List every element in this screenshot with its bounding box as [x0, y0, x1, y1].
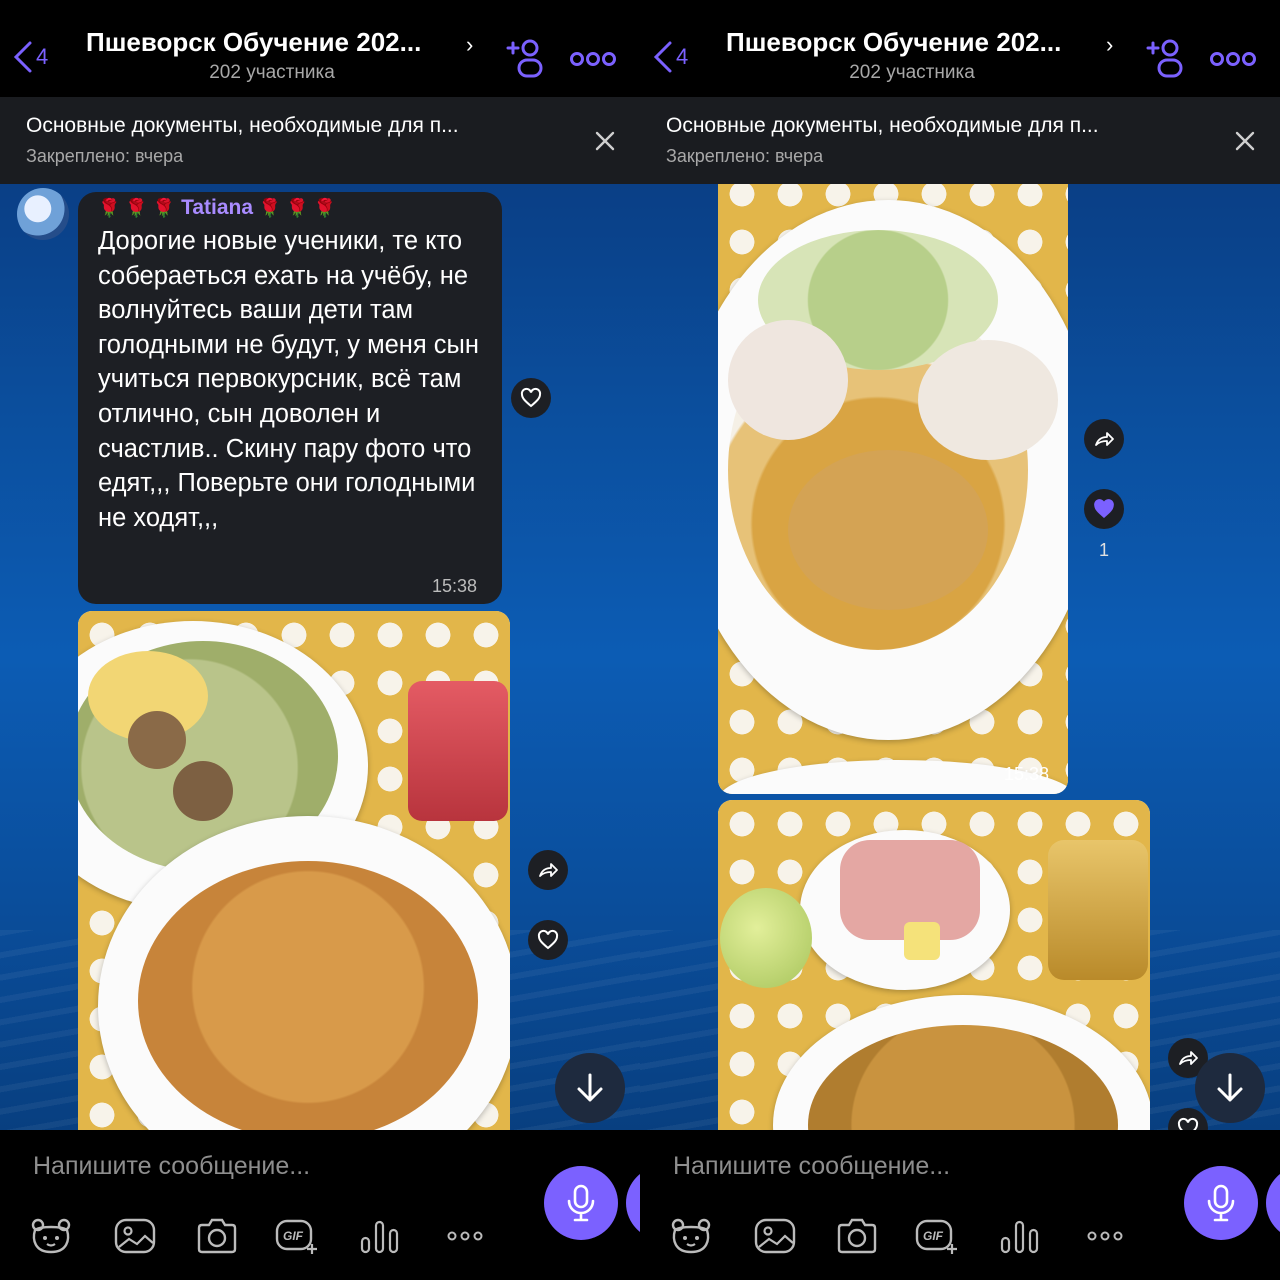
participant-count: 202 участника: [849, 62, 975, 83]
chat-title[interactable]: Пшеворск Обучение 202...: [86, 27, 458, 58]
chat-header: 4 Пшеворск Обучение 202... › 202 участни…: [640, 0, 1280, 97]
gif-icon: GIF: [915, 1219, 957, 1254]
share-icon: [1179, 1051, 1198, 1065]
message-input[interactable]: Напишите сообщение...: [33, 1152, 310, 1181]
photo-time: 15:38: [1004, 764, 1050, 784]
chat-header: 4 Пшеворск Обучение 202... › 202 участни…: [0, 0, 640, 97]
more-icon: [447, 1231, 483, 1241]
gallery-button[interactable]: [753, 1216, 797, 1256]
microphone-icon: [567, 1184, 595, 1222]
message-time: 15:38: [432, 576, 478, 596]
more-icon[interactable]: [570, 50, 616, 68]
rose-emoji-right: 🌹 🌹 🌹: [258, 198, 337, 218]
rose-emoji-left: 🌹 🌹 🌹: [98, 198, 176, 218]
message-input[interactable]: Напишите сообщение...: [673, 1152, 950, 1181]
poll-icon: [1000, 1220, 1039, 1254]
heart-icon: [520, 387, 542, 408]
more-tools-button[interactable]: [1084, 1216, 1128, 1256]
arrow-down-icon: [1217, 1073, 1243, 1102]
tea-glass: [1048, 840, 1148, 980]
avatar[interactable]: [17, 188, 69, 240]
close-icon[interactable]: [594, 130, 616, 152]
chat-title[interactable]: Пшеворск Обучение 202...: [726, 27, 1098, 58]
like-button[interactable]: [528, 920, 568, 960]
food-photo-soup[interactable]: [78, 611, 510, 1130]
like-button[interactable]: [511, 378, 551, 418]
heart-icon: [537, 929, 559, 950]
more-icon: [1087, 1231, 1123, 1241]
microphone-button[interactable]: [1184, 1166, 1258, 1240]
close-icon[interactable]: [1234, 130, 1256, 152]
like-button-active[interactable]: [1084, 489, 1124, 529]
gallery-icon: [114, 1218, 156, 1254]
gif-label: GIF: [923, 1229, 944, 1243]
apple: [720, 888, 812, 988]
participant-count: 202 участника: [209, 62, 335, 83]
poll-button[interactable]: [998, 1216, 1042, 1256]
share-icon: [1095, 432, 1114, 446]
back-chevron-icon: [653, 41, 672, 73]
pinned-message-bar[interactable]: [640, 97, 1280, 184]
scroll-down-button[interactable]: [555, 1053, 625, 1123]
sticker-button[interactable]: [29, 1216, 73, 1256]
chat-screen-right: 15:38 1 4 Пшеворск Обучение 202... › 202…: [640, 0, 1280, 1280]
like-count: 1: [1099, 540, 1110, 560]
add-participant-icon[interactable]: [506, 38, 546, 78]
poll-icon: [360, 1220, 399, 1254]
sticker-icon: [31, 1218, 71, 1254]
chevron-right-icon[interactable]: ›: [1106, 32, 1113, 58]
unread-count: 4: [36, 44, 49, 69]
camera-icon: [197, 1218, 237, 1254]
gif-label: GIF: [283, 1229, 304, 1243]
more-icon[interactable]: [1210, 50, 1256, 68]
heart-icon: [1094, 499, 1114, 518]
arrow-down-icon: [577, 1073, 603, 1102]
pinned-subtitle: Закреплено: вчера: [666, 146, 824, 166]
back-chevron-icon: [13, 41, 32, 73]
sticker-button[interactable]: [669, 1216, 713, 1256]
food-photo-breakfast[interactable]: [718, 800, 1150, 1130]
gif-icon: GIF: [275, 1219, 317, 1254]
scroll-down-button[interactable]: [1195, 1053, 1265, 1123]
message-text: Дорогие новые ученики, те кто собераетьс…: [98, 227, 479, 532]
more-tools-button[interactable]: [444, 1216, 488, 1256]
gif-button[interactable]: GIF: [915, 1216, 959, 1256]
camera-button[interactable]: [835, 1216, 879, 1256]
gif-button[interactable]: GIF: [275, 1216, 319, 1256]
camera-button[interactable]: [195, 1216, 239, 1256]
pinned-subtitle: Закреплено: вчера: [26, 146, 184, 166]
gallery-button[interactable]: [113, 1216, 157, 1256]
microphone-button[interactable]: [544, 1166, 618, 1240]
sender-label: Tatiana: [181, 196, 254, 219]
add-participant-icon[interactable]: [1146, 38, 1186, 78]
back-button[interactable]: 4: [12, 40, 48, 74]
unread-count: 4: [676, 44, 689, 69]
pinned-title[interactable]: Основные документы, необходимые для п...: [26, 114, 556, 138]
pinned-message-bar[interactable]: [0, 97, 640, 184]
poll-button[interactable]: [358, 1216, 402, 1256]
back-button[interactable]: 4: [652, 40, 688, 74]
pinned-title[interactable]: Основные документы, необходимые для п...: [666, 114, 1196, 138]
camera-icon: [837, 1218, 877, 1254]
gallery-icon: [754, 1218, 796, 1254]
sender-name[interactable]: 🌹 🌹 🌹 Tatiana 🌹 🌹 🌹: [98, 196, 336, 220]
chevron-right-icon[interactable]: ›: [466, 32, 473, 58]
sticker-icon: [671, 1218, 711, 1254]
share-button[interactable]: [1084, 419, 1124, 459]
chat-screen-left: 4 Пшеворск Обучение 202... › 202 участни…: [0, 0, 640, 1280]
share-button[interactable]: [528, 850, 568, 890]
food-photo-rice[interactable]: [718, 170, 1068, 794]
share-icon: [539, 863, 558, 877]
microphone-icon: [1207, 1184, 1235, 1222]
